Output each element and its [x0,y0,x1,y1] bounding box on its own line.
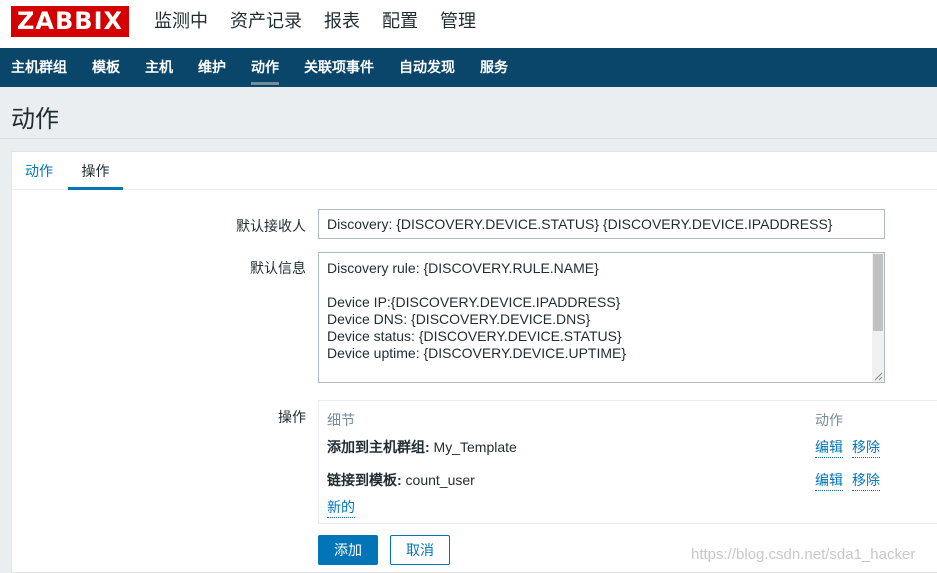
sub-menu: 主机群组 模板 主机 维护 动作 关联项事件 自动发现 服务 [0,48,937,87]
main-menu-reports[interactable]: 报表 [324,8,360,48]
edit-operation-link[interactable]: 编辑 [815,470,843,491]
tab-bar: 动作 操作 [12,152,937,190]
message-textarea[interactable]: Discovery rule: {DISCOVERY.RULE.NAME} De… [318,252,885,383]
main-menu: 监测中 资产记录 报表 配置 管理 [154,8,498,48]
sub-menu-event-correlation[interactable]: 关联项事件 [304,48,374,87]
page-title: 动作 [11,106,59,133]
sub-menu-templates[interactable]: 模板 [92,48,120,87]
page-header: 动作 [0,87,937,139]
add-button[interactable]: 添加 [318,535,378,565]
main-menu-administration[interactable]: 管理 [440,8,476,48]
operation-value: count_user [401,472,475,488]
operation-row: 链接到模板: count_user [327,470,475,490]
main-menu-inventory[interactable]: 资产记录 [230,8,302,48]
operations-table: 细节 动作 添加到主机群组: My_Template 编辑 移除 链接到模板: … [318,400,937,524]
cancel-button[interactable]: 取消 [390,535,450,565]
operation-type: 添加到主机群组: [327,439,430,455]
tab-action[interactable]: 动作 [25,162,53,180]
remove-operation-link[interactable]: 移除 [852,437,880,458]
sub-menu-host-groups[interactable]: 主机群组 [11,48,67,87]
sub-menu-actions[interactable]: 动作 [251,48,279,87]
operation-value: My_Template [429,439,517,455]
operation-type: 链接到模板: [327,472,402,488]
sub-menu-hosts[interactable]: 主机 [145,48,173,87]
content-panel: 动作 操作 默认接收人 Discovery: {DISCOVERY.DEVICE… [11,151,937,573]
sub-menu-maintenance[interactable]: 维护 [198,48,226,87]
zabbix-logo[interactable]: ZABBIX [11,6,129,37]
message-label: 默认信息 [250,260,306,276]
message-scrollbar-thumb[interactable] [873,254,883,331]
message-scrollbar[interactable] [872,253,884,382]
new-operation-link[interactable]: 新的 [327,497,355,518]
recipient-input[interactable]: Discovery: {DISCOVERY.DEVICE.STATUS} {DI… [318,209,885,239]
sub-menu-services[interactable]: 服务 [480,48,508,87]
tab-operations[interactable]: 操作 [68,162,123,190]
main-menu-monitoring[interactable]: 监测中 [154,8,208,48]
sub-menu-discovery[interactable]: 自动发现 [399,48,455,87]
operation-row: 添加到主机群组: My_Template [327,437,517,457]
message-text: Discovery rule: {DISCOVERY.RULE.NAME} De… [327,260,664,382]
watermark: https://blog.csdn.net/sda1_hacker [691,546,916,563]
recipient-label: 默认接收人 [236,218,306,234]
remove-operation-link[interactable]: 移除 [852,470,880,491]
operations-col-action: 动作 [815,412,843,428]
operations-col-details: 细节 [327,412,355,428]
resize-handle-icon[interactable] [873,371,883,381]
operations-label: 操作 [278,409,306,425]
main-menu-configuration[interactable]: 配置 [382,8,418,48]
edit-operation-link[interactable]: 编辑 [815,437,843,458]
top-bar: ZABBIX 监测中 资产记录 报表 配置 管理 [0,0,937,48]
